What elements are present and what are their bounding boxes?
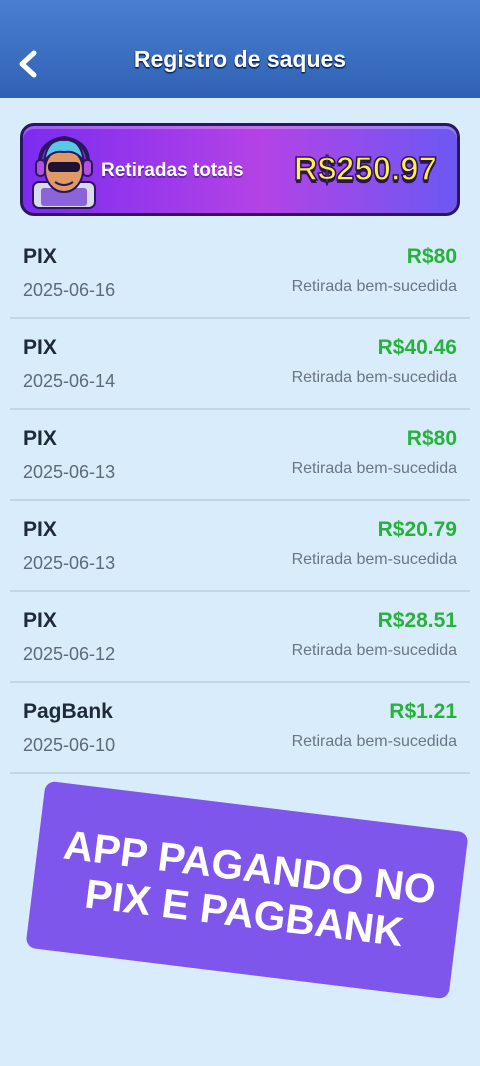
withdrawal-status: Retirada bem-sucedida xyxy=(291,369,457,386)
page-title: Registro de saques xyxy=(133,46,347,72)
payment-method: PIX xyxy=(23,609,57,632)
payment-method: PIX xyxy=(23,427,57,450)
withdrawal-amount: R$80 xyxy=(406,245,457,268)
withdrawal-status: Retirada bem-sucedida xyxy=(291,278,457,295)
withdrawal-date: 2025-06-13 xyxy=(23,462,116,482)
withdrawal-date: 2025-06-16 xyxy=(23,280,116,300)
withdrawal-status: Retirada bem-sucedida xyxy=(291,642,457,659)
list-item: PIX 2025-06-14 R$40.46 Retirada bem-suce… xyxy=(10,319,470,410)
withdrawal-status: Retirada bem-sucedida xyxy=(291,733,457,750)
payment-method: PIX xyxy=(23,245,57,268)
list-item: PIX 2025-06-12 R$28.51 Retirada bem-suce… xyxy=(10,592,470,683)
total-withdrawals-card: Retiradas totais R$250.97 xyxy=(20,123,460,216)
withdrawal-date: 2025-06-10 xyxy=(23,735,116,755)
withdrawal-amount: R$40.46 xyxy=(377,336,457,359)
payment-method: PIX xyxy=(23,336,57,359)
payment-method: PagBank xyxy=(23,700,113,723)
withdrawal-date: 2025-06-14 xyxy=(23,371,116,391)
withdrawal-date: 2025-06-13 xyxy=(23,553,116,573)
gamer-avatar-icon xyxy=(32,135,96,209)
withdrawal-list: PIX 2025-06-16 R$80 Retirada bem-sucedid… xyxy=(10,228,470,774)
withdrawal-amount: R$28.51 xyxy=(377,609,457,632)
withdrawal-amount: R$1.21 xyxy=(389,700,457,723)
total-label: Retiradas totais xyxy=(101,160,244,181)
withdrawal-amount: R$20.79 xyxy=(377,518,457,541)
list-item: PagBank 2025-06-10 R$1.21 Retirada bem-s… xyxy=(10,683,470,774)
list-item: PIX 2025-06-13 R$80 Retirada bem-sucedid… xyxy=(10,410,470,501)
withdrawal-date: 2025-06-12 xyxy=(23,644,116,664)
list-item: PIX 2025-06-16 R$80 Retirada bem-sucedid… xyxy=(10,228,470,319)
promo-banner: APP PAGANDO NO PIX E PAGBANK xyxy=(25,780,469,1000)
total-value: R$250.97 xyxy=(293,149,438,188)
withdrawal-status: Retirada bem-sucedida xyxy=(291,460,457,477)
list-item: PIX 2025-06-13 R$20.79 Retirada bem-suce… xyxy=(10,501,470,592)
payment-method: PIX xyxy=(23,518,57,541)
app-header: Registro de saques xyxy=(0,0,480,98)
withdrawal-amount: R$80 xyxy=(406,427,457,450)
withdrawal-status: Retirada bem-sucedida xyxy=(291,551,457,568)
